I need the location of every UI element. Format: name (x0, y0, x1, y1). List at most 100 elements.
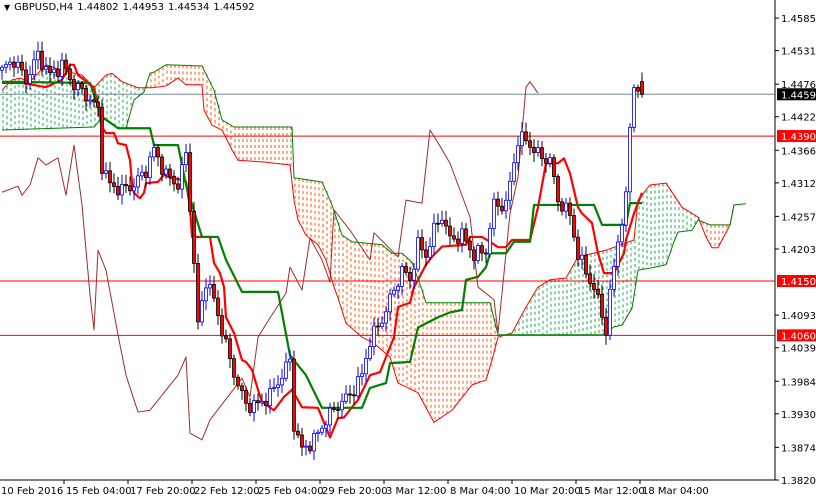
candle-body (472, 249, 476, 261)
candle-body (164, 168, 168, 175)
bull-candle (624, 186, 628, 233)
candle-body (272, 387, 276, 389)
bull-candle (304, 440, 308, 456)
x-tick-label: 8 Mar 04:00 (450, 486, 510, 497)
candle-body (220, 315, 224, 337)
bear-candle (452, 227, 456, 243)
bull-candle (628, 123, 632, 202)
candle-body (288, 358, 292, 363)
candle-body (540, 147, 544, 159)
bear-candle (224, 329, 228, 343)
candle-body (456, 238, 460, 244)
bull-candle (392, 286, 396, 297)
candle-body (76, 83, 80, 91)
candle-body (468, 240, 472, 251)
candle-body (560, 201, 564, 212)
bear-candle (108, 161, 112, 193)
candle-body (316, 431, 320, 434)
candle-body (420, 237, 424, 251)
bear-candle (188, 143, 192, 216)
bear-candle (308, 441, 312, 454)
candle-body (84, 87, 88, 102)
x-tick-label: 25 Feb 04:00 (258, 486, 324, 497)
bear-candle (568, 197, 572, 225)
bear-candle (124, 174, 128, 193)
candle-body (296, 430, 300, 436)
candle-body (360, 373, 364, 377)
candle-body (600, 293, 604, 318)
bull-candle (432, 213, 436, 255)
bull-candle (620, 218, 624, 247)
candle-body (168, 168, 172, 177)
candle-body (604, 316, 608, 336)
bull-candle (504, 191, 508, 219)
bull-candle (364, 349, 368, 383)
bear-candle (604, 308, 608, 345)
bear-candle (192, 201, 196, 273)
bull-candle (204, 278, 208, 311)
bear-candle (464, 223, 468, 245)
bull-candle (488, 222, 492, 258)
x-tick-label: 3 Mar 12:00 (386, 486, 446, 497)
candle-body (200, 300, 204, 323)
candle-body (104, 170, 108, 174)
bear-candle (116, 176, 120, 200)
candle-body (340, 400, 344, 411)
candle-body (308, 445, 312, 452)
x-tick-label: 10 Mar 20:00 (514, 486, 581, 497)
bear-candle (240, 382, 244, 400)
bull-candle (280, 368, 284, 394)
candle-body (460, 228, 464, 244)
x-tick-label: 22 Feb 12:00 (194, 486, 260, 497)
candle-body (564, 202, 568, 212)
bear-candle (216, 290, 220, 325)
bear-candle (532, 139, 536, 162)
kijun-sen-line (1, 80, 642, 409)
price-chart[interactable]: 1.458551.453151.447601.442201.436651.431… (0, 0, 816, 498)
candle-body (276, 384, 280, 388)
candle-body (248, 402, 252, 413)
candle-body (356, 376, 360, 397)
bull-candle (440, 210, 444, 227)
candle-body (480, 245, 484, 254)
bear-candle (636, 84, 640, 99)
y-tick-label: 1.45315 (781, 47, 816, 58)
candle-body (500, 205, 504, 212)
candle-body (556, 176, 560, 203)
bull-candle (320, 424, 324, 436)
bear-candle (456, 231, 460, 252)
bull-candle (548, 153, 552, 168)
candle-body (584, 254, 588, 275)
bear-candle (56, 61, 60, 82)
candle-body (284, 361, 288, 379)
candle-body (396, 286, 400, 291)
candle-body (320, 427, 324, 433)
candle-body (116, 186, 120, 196)
candle-body (508, 180, 512, 201)
bull-candle (340, 393, 344, 419)
bear-candle (168, 164, 172, 186)
candle-body (148, 156, 152, 178)
candle-body (196, 263, 200, 323)
candle-body (292, 358, 296, 432)
candle-body (160, 156, 164, 175)
candle-body (100, 106, 104, 174)
candle-body (20, 61, 24, 71)
bull-candle (316, 429, 320, 442)
candle-body (24, 69, 28, 84)
bear-candle (84, 84, 88, 111)
bear-candle (640, 72, 644, 98)
candle-body (496, 198, 500, 207)
bear-candle (352, 385, 356, 405)
bull-candle (508, 171, 512, 210)
bull-candle (0, 64, 4, 80)
bull-candle (580, 246, 584, 269)
candle-body (204, 287, 208, 302)
candle-body (144, 171, 148, 178)
x-tick-label: 18 Mar 04:00 (642, 486, 709, 497)
candle-body (376, 325, 380, 328)
candle-body (216, 297, 220, 317)
candle-body (28, 74, 32, 84)
candle-body (448, 225, 452, 237)
candle-body (80, 83, 84, 89)
